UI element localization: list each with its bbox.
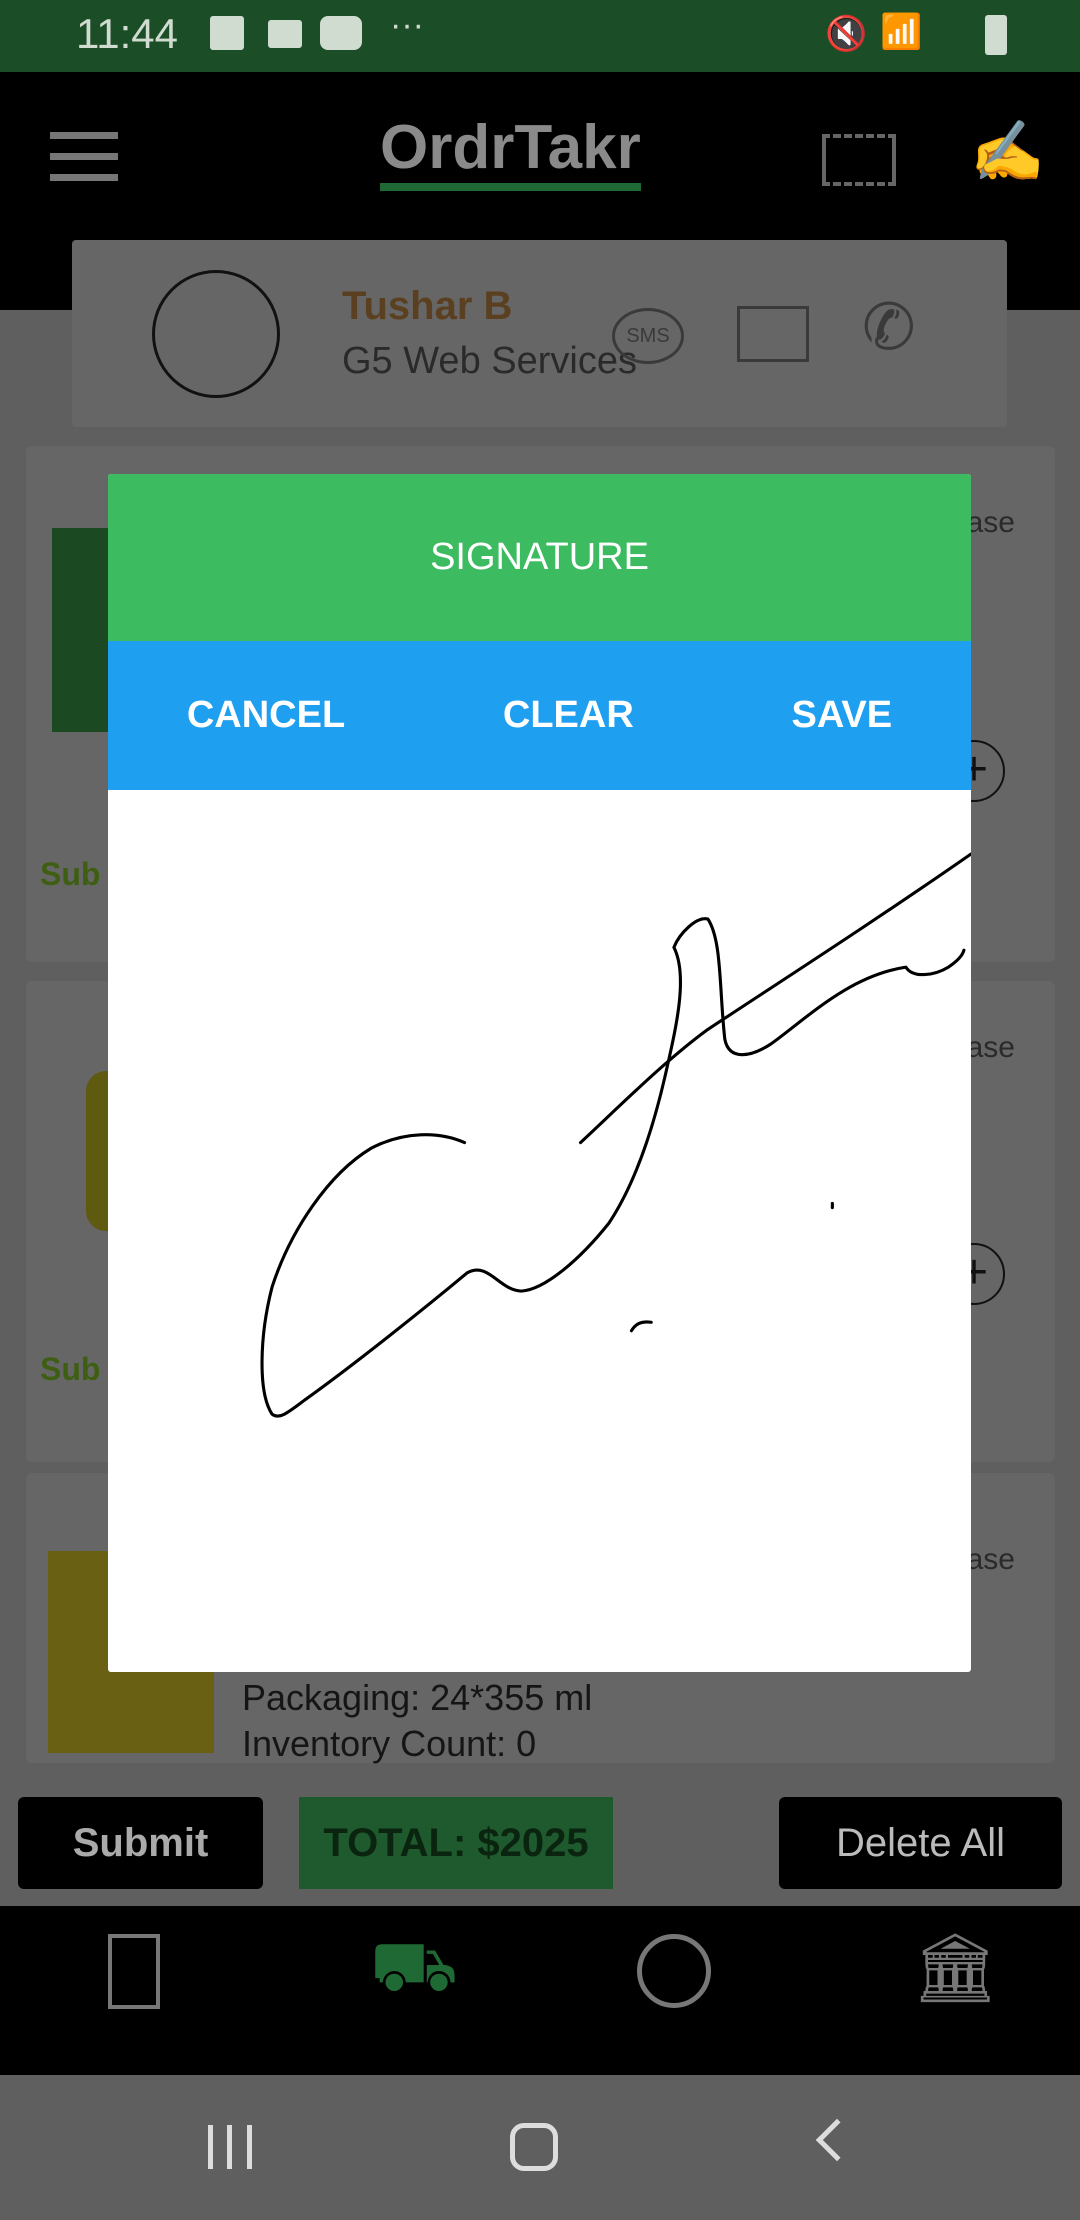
more-notifications-icon: ··· — [390, 6, 424, 44]
cart-icon[interactable]: ⛟ — [370, 1926, 458, 2016]
cancel-button[interactable]: CANCEL — [187, 694, 345, 737]
bottom-nav: ⛟ 🏛 — [0, 1906, 1080, 2075]
packaging-text: Packaging: 24*355 ml — [242, 1677, 593, 1718]
status-time: 11:44 — [76, 10, 178, 57]
signature-icon[interactable]: ✍ — [970, 116, 1045, 187]
clear-button[interactable]: CLEAR — [503, 694, 634, 737]
app-logo: OrdrTakr — [380, 112, 641, 191]
menu-icon[interactable] — [50, 132, 118, 181]
total-display: TOTAL: $2025 — [299, 1797, 613, 1889]
avatar — [152, 270, 280, 398]
subtotal-label: Sub — [40, 856, 101, 892]
history-icon[interactable] — [637, 1934, 711, 2008]
delete-all-button[interactable]: Delete All — [779, 1797, 1062, 1889]
wifi-icon: 📶 — [880, 13, 923, 51]
signature-dialog: SIGNATURE CANCEL CLEAR SAVE — [108, 474, 971, 1672]
back-button[interactable] — [815, 2118, 859, 2162]
status-bar: 11:44 ··· 🔇 📶 — [0, 0, 1080, 72]
barcode-scan-icon[interactable] — [822, 134, 896, 186]
youtube-notification-icon — [320, 16, 362, 50]
catalog-icon[interactable] — [108, 1934, 160, 2009]
mute-icon: 🔇 — [825, 15, 868, 53]
sms-button[interactable]: SMS — [612, 308, 684, 364]
submit-button[interactable]: Submit — [18, 1797, 263, 1889]
customer-name: Tushar B — [342, 284, 513, 328]
image-notification-icon — [210, 16, 244, 50]
recent-apps-button[interactable] — [208, 2125, 252, 2169]
signature-stroke — [629, 1320, 653, 1333]
subtotal-label: Sub — [40, 1351, 101, 1387]
bank-icon[interactable]: 🏛 — [912, 1928, 998, 2008]
inventory-count-text: Inventory Count: 0 — [242, 1723, 537, 1764]
save-button[interactable]: SAVE — [791, 694, 892, 737]
customer-card: Tushar B G5 Web Services SMS ✆ — [72, 240, 1007, 427]
dialog-title: SIGNATURE — [108, 474, 971, 641]
signature-canvas[interactable] — [108, 790, 971, 1672]
signature-stroke — [578, 852, 971, 1145]
system-nav-bar — [0, 2075, 1080, 2220]
battery-icon — [985, 15, 1007, 55]
mail-notification-icon — [268, 20, 302, 48]
customer-company: G5 Web Services — [342, 340, 637, 382]
dialog-toolbar: CANCEL CLEAR SAVE — [108, 641, 971, 790]
email-button[interactable] — [737, 306, 809, 362]
phone-button[interactable]: ✆ — [862, 290, 916, 365]
signature-stroke — [260, 917, 966, 1418]
home-button[interactable] — [510, 2123, 558, 2171]
